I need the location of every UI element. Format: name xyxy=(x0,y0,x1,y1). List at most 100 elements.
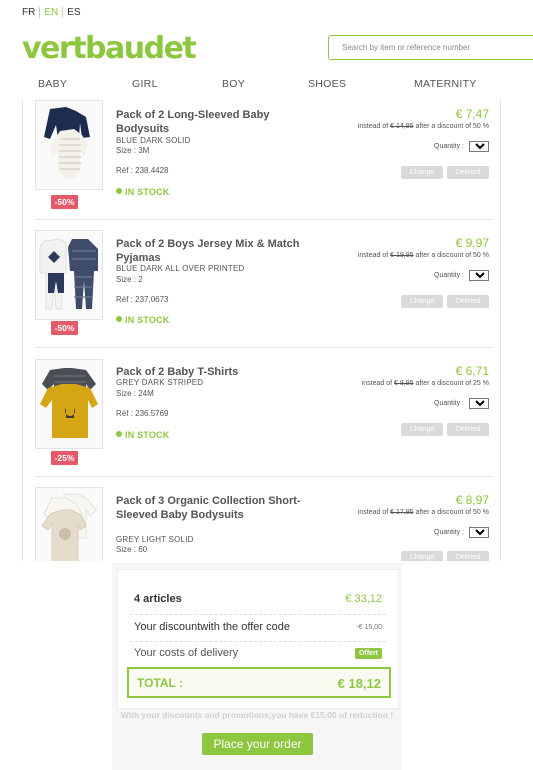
stock-dot-icon xyxy=(116,431,122,437)
quantity-select[interactable]: 1 xyxy=(469,527,489,538)
cart-item: -50% Pack of 2 Boys Jersey Mix & Match P… xyxy=(35,220,492,348)
divider xyxy=(130,641,386,642)
lang-fr[interactable]: FR xyxy=(22,7,39,18)
product-size: Size : 3M xyxy=(116,146,150,155)
old-price: € 17,95 xyxy=(390,509,414,516)
delete-button[interactable]: Deleted xyxy=(447,166,489,179)
discount-badge: -50% xyxy=(51,321,78,335)
promo-message: With your discounts and promotions,you h… xyxy=(120,710,394,720)
product-price: € 8,97 xyxy=(455,493,489,507)
change-button[interactable]: Change xyxy=(401,166,443,179)
quantity-select[interactable]: 1 xyxy=(469,398,489,409)
product-image[interactable] xyxy=(35,230,103,320)
stock-label: IN STOCK xyxy=(125,315,170,325)
cart-page: FR EN ES vertbaudet BABY GIRL BOY SHOES … xyxy=(0,0,533,770)
old-price: € 14,95 xyxy=(390,123,414,130)
product-name[interactable]: Pack of 3 Organic Collection Short-Sleev… xyxy=(116,494,306,522)
order-summary: 4 articles € 33,12 Your discountwith the… xyxy=(117,569,399,709)
instead-prefix: instead of xyxy=(357,252,391,259)
quantity-control: Quantity : 1 xyxy=(434,398,489,409)
cart-item: Pack of 3 Organic Collection Short-Sleev… xyxy=(35,477,492,561)
articles-row: 4 articles € 33,12 xyxy=(134,593,382,605)
product-ref: Réf : 238.4428 xyxy=(116,166,169,175)
product-price: € 6,71 xyxy=(455,364,489,378)
quantity-label: Quantity : xyxy=(434,272,464,279)
discount-badge: -50% xyxy=(51,195,78,209)
price-note: instead of € 8,95 after a discount of 25… xyxy=(329,379,489,389)
product-variant: BLUE DARK SOLID xyxy=(116,136,191,145)
place-order-button[interactable]: Place your order xyxy=(202,733,313,755)
total-value: € 18,12 xyxy=(337,676,381,691)
quantity-control: Quantity : 1 xyxy=(434,141,489,152)
nav-item-baby[interactable]: BABY xyxy=(38,78,67,90)
discount-label: Your discountwith the offer code xyxy=(134,621,290,633)
instead-suffix: after a discount of 50 % xyxy=(413,123,489,130)
item-actions: Change Deleted xyxy=(401,295,489,308)
pyjamas-image xyxy=(36,231,102,319)
instead-suffix: after a discount of 50 % xyxy=(413,509,489,516)
language-switcher: FR EN ES xyxy=(22,7,85,18)
product-image[interactable] xyxy=(35,100,103,190)
item-actions: Change Deleted xyxy=(401,423,489,436)
product-price: € 9,97 xyxy=(455,236,489,250)
instead-prefix: instead of xyxy=(357,509,391,516)
divider xyxy=(130,614,386,615)
old-price: € 8,95 xyxy=(394,380,414,387)
nav-item-boy[interactable]: BOY xyxy=(222,78,245,90)
quantity-select[interactable]: 1 xyxy=(469,141,489,152)
short-sleeve-bodysuits-image xyxy=(36,488,102,561)
delete-button[interactable]: Deleted xyxy=(447,551,489,561)
stock-label: IN STOCK xyxy=(125,430,170,440)
instead-suffix: after a discount of 25 % xyxy=(413,380,489,387)
lang-es[interactable]: ES xyxy=(62,7,84,18)
product-price: € 7,47 xyxy=(455,107,489,121)
product-name[interactable]: Pack of 2 Boys Jersey Mix & Match Pyjama… xyxy=(116,237,306,265)
instead-prefix: instead of xyxy=(361,380,395,387)
product-size: Size : 2 xyxy=(116,275,143,284)
change-button[interactable]: Change xyxy=(401,295,443,308)
product-name[interactable]: Pack of 2 Baby T-Shirts xyxy=(116,365,306,379)
quantity-control: Quantity : 1 xyxy=(434,270,489,281)
stock-label: IN STOCK xyxy=(125,187,170,197)
quantity-select[interactable]: 1 xyxy=(469,270,489,281)
stock-dot-icon xyxy=(116,188,122,194)
delete-button[interactable]: Deleted xyxy=(447,423,489,436)
cart-items-list: -50% Pack of 2 Long-Sleeved Baby Bodysui… xyxy=(22,100,501,561)
instead-suffix: after a discount of 50 % xyxy=(413,252,489,259)
change-button[interactable]: Change xyxy=(401,551,443,561)
cart-item: -50% Pack of 2 Long-Sleeved Baby Bodysui… xyxy=(35,100,492,220)
delete-button[interactable]: Deleted xyxy=(447,295,489,308)
nav-item-shoes[interactable]: SHOES xyxy=(308,78,346,90)
old-price: € 19,95 xyxy=(390,252,414,259)
product-size: Size : 60 xyxy=(116,545,148,554)
delivery-label: Your costs of delivery xyxy=(134,647,239,659)
product-ref: Réf : 236.5769 xyxy=(116,409,169,418)
logo[interactable]: vertbaudet xyxy=(22,31,197,66)
search-input[interactable] xyxy=(329,36,533,59)
change-button[interactable]: Change xyxy=(401,423,443,436)
product-image[interactable] xyxy=(35,487,103,561)
tshirts-image xyxy=(36,360,102,448)
articles-value: € 33,12 xyxy=(345,593,382,605)
product-image[interactable] xyxy=(35,359,103,449)
nav-item-girl[interactable]: GIRL xyxy=(132,78,158,90)
nav-item-maternity[interactable]: MATERNITY xyxy=(414,78,477,90)
lang-en[interactable]: EN xyxy=(39,7,62,18)
product-variant: GREY LIGHT SOLID xyxy=(116,535,194,544)
delivery-row: Your costs of delivery xyxy=(134,647,382,659)
product-variant: BLUE DARK ALL OVER PRINTED xyxy=(116,264,245,273)
discount-value: -€ 15,00 xyxy=(356,624,382,631)
product-name[interactable]: Pack of 2 Long-Sleeved Baby Bodysuits xyxy=(116,108,306,136)
discount-badge: -25% xyxy=(51,451,78,465)
total-label: TOTAL : xyxy=(137,676,183,690)
item-actions: Change Deleted xyxy=(401,166,489,179)
product-size: Size : 24M xyxy=(116,389,154,398)
bodysuits-image xyxy=(36,101,102,189)
stock-dot-icon xyxy=(116,316,122,322)
product-variant: GREY DARK STRIPED xyxy=(116,378,204,387)
stock-status: IN STOCK xyxy=(116,315,169,325)
main-nav: BABY GIRL BOY SHOES MATERNITY xyxy=(0,78,533,92)
cart-item: -25% Pack of 2 Baby T-Shirts GREY DARK S… xyxy=(35,348,492,477)
quantity-label: Quantity : xyxy=(434,143,464,150)
discount-row: Your discountwith the offer code -€ 15,0… xyxy=(134,621,382,633)
